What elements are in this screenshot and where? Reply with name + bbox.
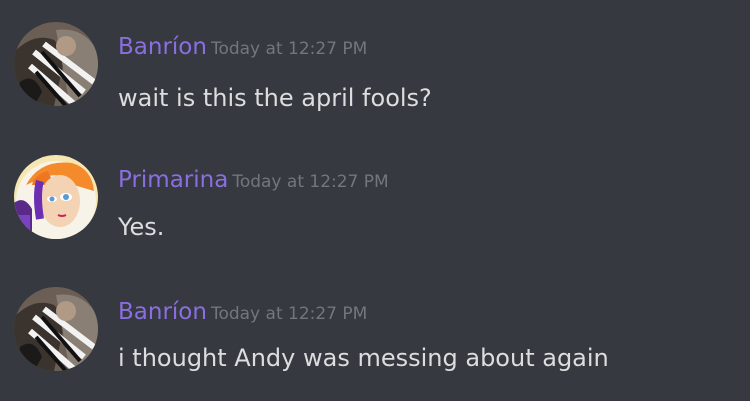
author-name[interactable]: Banríon [118,299,207,325]
message-author[interactable]: Banríon Today at 12:27 PM [118,299,367,325]
user-avatar-icon[interactable] [14,22,98,106]
author-name[interactable]: Primarina [118,167,228,193]
author-name[interactable]: Banríon [118,34,207,60]
message-author[interactable]: Primarina Today at 12:27 PM [118,167,389,193]
message-timestamp: Today at 12:27 PM [232,172,389,192]
message-timestamp: Today at 12:27 PM [210,39,368,59]
message-timestamp: Today at 12:27 PM [210,304,368,324]
message-text: Yes. [118,213,165,241]
message-text: i thought Andy was messing about again [118,344,609,372]
user-avatar-icon[interactable] [14,287,98,371]
user-avatar-icon[interactable] [14,155,98,239]
message-author[interactable]: Banríon Today at 12:27 PM [118,34,367,60]
message-text: wait is this the april fools? [118,84,432,112]
